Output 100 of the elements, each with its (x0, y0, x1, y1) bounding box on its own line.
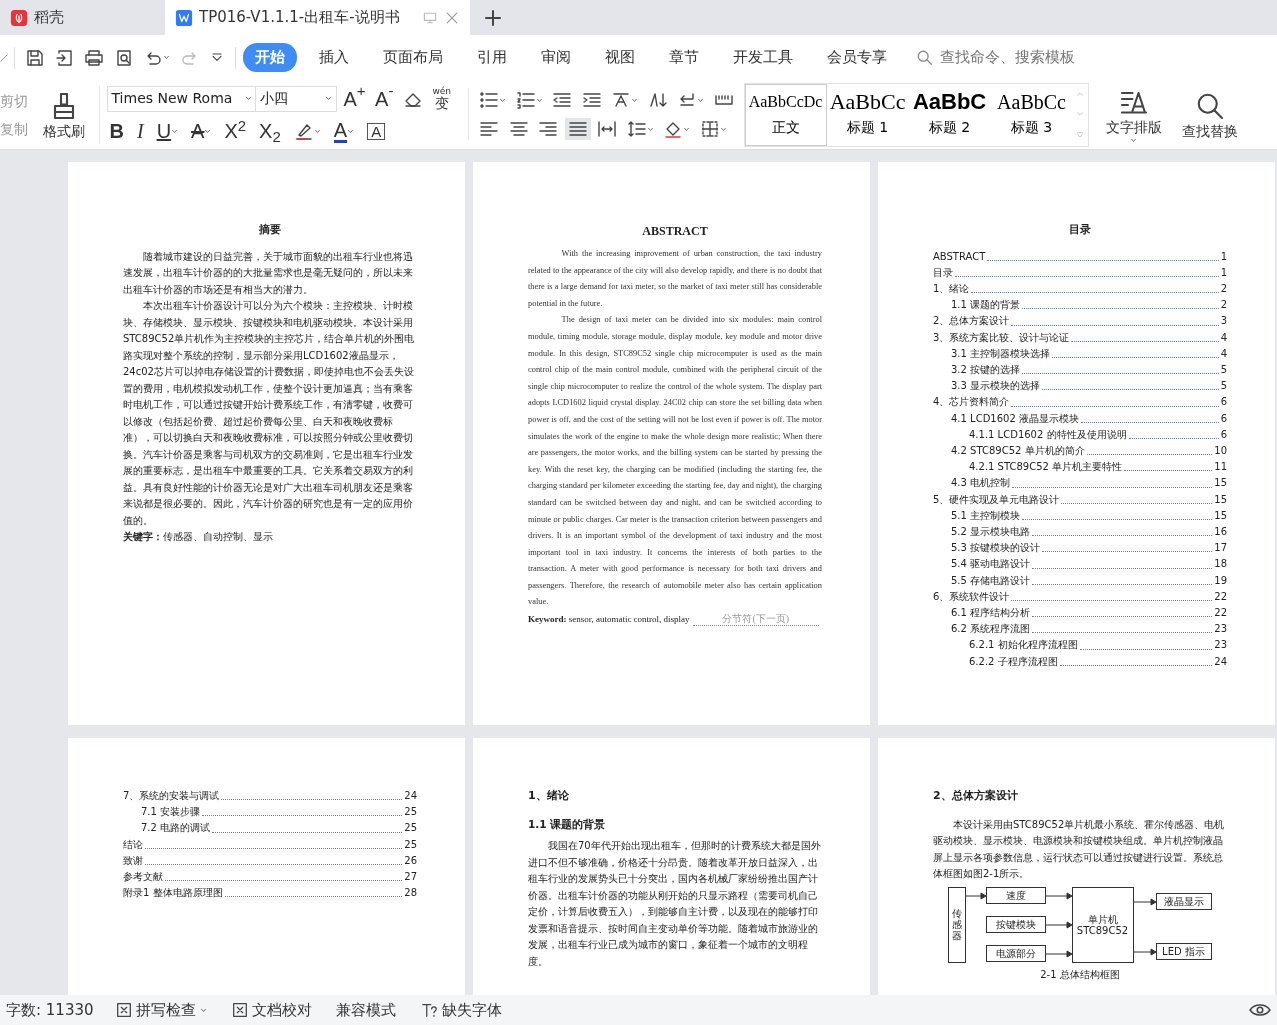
toc-entry-title[interactable]: 5、硬件实现及单元电路设计 (933, 491, 1060, 508)
toc-entry-title[interactable]: 7、系统的安装与调试 (123, 788, 220, 805)
search-field[interactable]: 查找命令、搜索模板 (916, 45, 1108, 70)
toc-page-number: 1 (1220, 249, 1227, 264)
toc-entry-title[interactable]: 7.2 电路的调试 (141, 820, 211, 837)
toc-entry-title[interactable]: 2、总体方案设计 (933, 313, 1010, 330)
toc-page-number: 28 (404, 886, 417, 901)
diagram-box: 速度 (985, 886, 1046, 904)
menu-tab[interactable]: 会员专享 (815, 43, 899, 72)
toc-entry-title[interactable]: ABSTRACT (933, 248, 986, 265)
toc-page-number: 16 (1214, 524, 1227, 539)
toc-entry-title[interactable]: 目录 (933, 264, 953, 281)
italic-button[interactable]: I (133, 120, 147, 142)
toc-entry-title[interactable]: 6.2.1 初始化程序流程图 (969, 637, 1078, 654)
menu-tab[interactable]: 页面布局 (371, 43, 455, 72)
toc-page-number: 25 (404, 821, 417, 836)
document-tab[interactable]: 稻壳 (0, 0, 165, 35)
toc-entry-title[interactable]: 4.3 电机控制 (951, 475, 1011, 492)
document-tab[interactable]: TP016-V1.1.1-出租车-说明书 (165, 0, 470, 35)
font-family-select[interactable]: Times New Roma (106, 85, 257, 112)
toc-entry-title[interactable]: 附录1 整体电路原理图 (123, 885, 223, 902)
connector-arrow (1045, 921, 1072, 928)
toc-entry-title[interactable]: 4、芯片资料简介 (933, 394, 1010, 411)
toc-entry-title[interactable]: 6、系统软件设计 (933, 588, 1010, 605)
connector-arrow (1133, 898, 1156, 905)
menu-tab[interactable]: 章节 (657, 43, 711, 72)
diagram-box: 液晶显示 (1155, 892, 1212, 910)
toc-entry-title[interactable]: 5.5 存储电路设计 (951, 572, 1031, 589)
connector-arrow (1045, 950, 1072, 957)
menu-tab[interactable]: 视图 (593, 43, 647, 72)
tab-title: 稻壳 (34, 7, 64, 29)
connector-arrow (965, 892, 986, 899)
toc-entry-title[interactable]: 致谢 (123, 852, 143, 869)
menu-tab[interactable]: 审阅 (529, 43, 583, 72)
format-painter-button[interactable]: 格式刷 (35, 89, 92, 140)
toc-page-number: 27 (404, 870, 417, 884)
toc-entry-title[interactable]: 6.2.2 子程序流程图 (969, 653, 1058, 670)
toc-entry-title[interactable]: 3.3 显示模块的选择 (951, 378, 1041, 395)
align-left-icon (479, 119, 500, 139)
toc-entry-title[interactable]: 4.2.1 STC89C52 单片机主要特性 (969, 459, 1123, 476)
body-paragraph: 随着城市建设的日益完善，关于城市面貌的出租车行业也将迅速发展，出租车计价器的的大批量需求也是毫无疑问的，所以未来出租车计价器的市场还是有相当大的潜力。 (123, 249, 414, 297)
toc-entry-title[interactable]: 3.2 按键的选择 (951, 361, 1021, 379)
keywords-line: Keyword: sensor, automatic control, display (528, 613, 690, 627)
toc-entry-title[interactable]: 6.2 系统程序流图 (951, 621, 1031, 638)
menu-tab[interactable]: 插入 (307, 43, 361, 72)
menu-tab[interactable]: 开发工具 (721, 43, 805, 72)
toc-page-number: 24 (404, 789, 417, 803)
style-preset[interactable]: AaBbCcDc 正文 (744, 83, 827, 146)
grow-font-button[interactable]: A$^{+}$ (340, 87, 369, 110)
body-paragraph: 本设计采用由STC89C52单片机最小系统、霍尔传感器、电机驱动模块、显示模块、电源模块和按键模块组成。单片机控制液晶屏上显示各项参数信息，运行状态可以通过按键进行设置。系统总体框图如图2-1所示。 (933, 817, 1226, 881)
toc-page-number: 25 (404, 837, 417, 852)
toc-entry-title[interactable]: 5.4 驱动电路设计 (951, 556, 1031, 573)
toc-entry-title[interactable]: 参考文献 (123, 869, 163, 886)
toc-entry-title[interactable]: 4.2 STC89C52 单片机的简介 (951, 442, 1085, 460)
script-button[interactable]: X$^{2}$ (221, 120, 250, 142)
toc-entry-title[interactable]: 3、系统方案比较、设计与论证 (933, 329, 1070, 346)
increase-indent-icon (581, 90, 602, 110)
caret-icon (535, 97, 543, 103)
text-layout-button[interactable]: 文字排版 (1102, 85, 1165, 144)
toc-entry-title[interactable]: 5.2 显示模块电路 (951, 523, 1031, 541)
toc-entry-title[interactable]: 4.1 LCD1602 液晶显示模块 (951, 410, 1079, 427)
strikethrough-button[interactable]: A (188, 120, 215, 142)
writer-logo-icon (175, 8, 193, 27)
new-tab-icon (483, 7, 503, 28)
section-heading: 2、总体方案设计 (933, 788, 1019, 804)
body-paragraph: 本次出租车计价器设计可以分为六个模块：主控模块、计时模块、存储模块、显示模块、按键模块和电机驱动模块。本设计采用STC89C52单片机作为主控模块的主控芯片，结合单片机的外围电路实现对整个系统的控制，显示部分采用LCD1602液晶显示，24c02芯片可以掉电存储设置的计费数据，即使掉电也不会丢失设置的费用，电机模拟发动机工作，使整个设计更加逼真；当有乘客时电机工作，可以通过按键开始计费系统工作，有清零键，收费可以修改（包括起价费、超过起价费每公里、白天和夜晚收费标准），可以切换白天和夜晚收费标准，可以按照分钟或公里收费切换。汽车计价器是乘客与司机双方的交易准则，它是出租车行业发展的重要标志，是出租车中最重要的工具。它关系着交易双方的利益。具有良好性能的计价器无论是对广大出租车司机朋友还是乘客来说都是很必要的。因此，汽车计价器的研究也是有一定的应用价值的。 (123, 299, 416, 528)
toc-entry-title[interactable]: 5.1 主控制模块 (951, 507, 1021, 524)
toc-entry-title[interactable]: 6.1 程序结构分析 (951, 604, 1031, 622)
font-color-button[interactable]: A (330, 118, 358, 144)
caret-icon (325, 96, 332, 101)
status-button[interactable]: 兼容模式 (333, 1001, 400, 1019)
script-button[interactable]: X$_{2}$ (256, 120, 284, 142)
tab-title: TP016-V1.1.1-出租车-说明书 (199, 7, 400, 29)
toc-entry-title[interactable]: 7.1 安装步骤 (141, 804, 201, 821)
status-button[interactable]: 缺失字体 (417, 1000, 505, 1020)
status-button[interactable]: 文档校对 (227, 1000, 316, 1020)
toc-page-number: 15 (1214, 508, 1227, 523)
font-size-select[interactable]: 小四 (255, 85, 337, 112)
export-icon (54, 47, 75, 68)
menu-tab[interactable]: 引用 (465, 43, 519, 72)
shrink-font-button[interactable]: A$^{-}$ (372, 87, 397, 110)
toc-page-number: 23 (1214, 622, 1227, 637)
toc-page-number: 15 (1214, 492, 1227, 507)
toc-entry-title[interactable]: 1.1 课题的背景 (951, 297, 1021, 314)
toc-page-number: 17 (1214, 541, 1227, 556)
page-title: ABSTRACT (641, 223, 709, 240)
toc-entry-title[interactable]: 1、绪论 (933, 280, 970, 298)
connector-arrow (1133, 948, 1156, 955)
toc-entry-title[interactable]: 5.3 按键模块的设计 (951, 540, 1041, 557)
phonetic-guide-button[interactable]: wén 变 (429, 86, 455, 111)
find-replace-button[interactable]: 查找替换 (1178, 89, 1241, 140)
underline-button[interactable]: U (153, 120, 182, 142)
justify-button[interactable] (564, 118, 591, 140)
toc-entry-title[interactable]: 4.1.1 LCD1602 的特性及使用说明 (969, 426, 1127, 443)
section-heading: 1、绪论 (528, 788, 570, 804)
status-button[interactable]: 拼写检查 (111, 1000, 210, 1020)
toc-entry-title[interactable]: 3.1 主控制器模块选择 (951, 345, 1051, 362)
bold-button[interactable]: B (106, 120, 127, 142)
toc-entry-title[interactable]: 结论 (123, 836, 143, 853)
toc-page-number: 22 (1214, 605, 1227, 620)
